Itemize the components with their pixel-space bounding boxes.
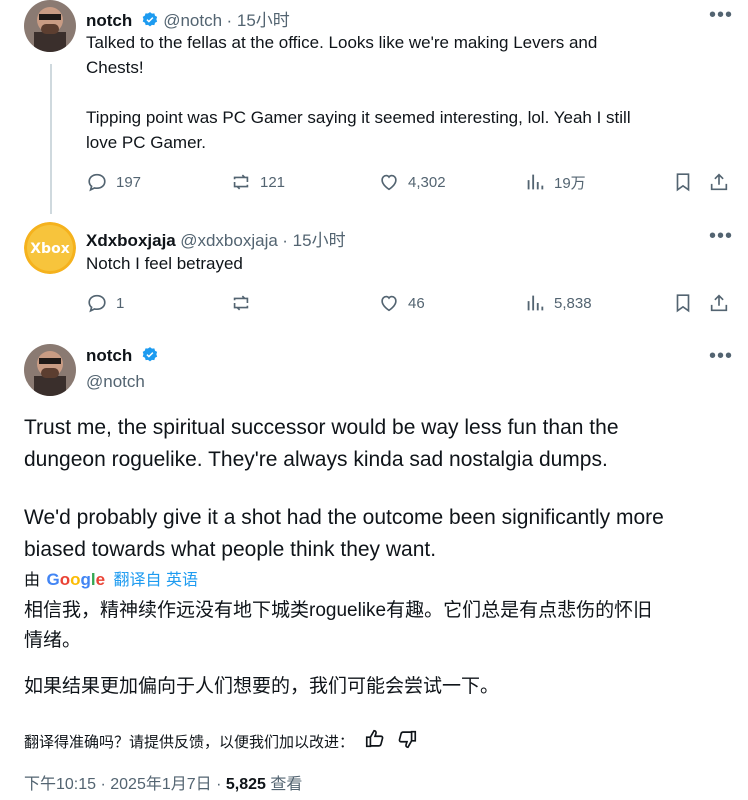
author-handle[interactable]: @xdxboxjaja (180, 231, 278, 250)
reply-button[interactable]: 197 (86, 171, 141, 193)
translated-text: 相信我，精神续作远没有地下城类roguelike有趣。它们总是有点悲伤的怀旧 情… (24, 596, 736, 702)
thumbs-up-icon[interactable] (364, 728, 386, 755)
avatar[interactable] (24, 0, 76, 52)
text-line: 相信我，精神续作远没有地下城类roguelike有趣。它们总是有点悲伤的怀旧 (24, 600, 653, 621)
text-line: We'd probably give it a shot had the out… (24, 506, 664, 529)
share-icon[interactable] (708, 171, 730, 198)
reply-icon (88, 294, 106, 313)
like-button[interactable]: 4,302 (378, 171, 446, 193)
avatar[interactable] (24, 344, 76, 396)
author-name[interactable]: Xdxboxjaja (86, 231, 176, 250)
text-line: biased towards what people think they wa… (24, 538, 437, 561)
tweet-header: Xdxboxjaja @xdxboxjaja · 15小时 (86, 226, 346, 251)
avatar-label: Xbox (30, 241, 69, 257)
post-time[interactable]: 15小时 (237, 11, 290, 30)
bookmark-icon[interactable] (672, 171, 694, 198)
verified-badge-icon (137, 347, 159, 365)
text-line: Chests! (86, 58, 144, 77)
reply-button[interactable]: 1 (86, 292, 124, 314)
repost-icon (233, 174, 249, 190)
tweet-text: Talked to the fellas at the office. Look… (86, 30, 736, 155)
more-options-icon[interactable]: ••• (709, 226, 733, 246)
feedback-prompt: 翻译得准确吗？请提供反馈，以便我们加以改进： (24, 734, 355, 751)
text-line: Talked to the fellas at the office. Look… (86, 33, 598, 52)
like-button[interactable]: 46 (378, 292, 425, 314)
text-line: Trust me, the spiritual successor would … (24, 416, 619, 439)
translation-attribution: 由 Google 翻译自 英语 (24, 566, 198, 590)
separator-dot: · (282, 231, 293, 250)
text-line: dungeon roguelike. They're always kinda … (24, 448, 608, 471)
avatar[interactable]: Xbox (24, 222, 76, 274)
share-icon[interactable] (708, 292, 730, 319)
view-count: 19万 (554, 174, 586, 192)
repost-button[interactable]: 121 (230, 171, 285, 193)
author-name[interactable]: notch (86, 11, 132, 30)
thread-line (50, 64, 52, 214)
reply-count: 197 (116, 173, 142, 191)
more-options-icon[interactable]: ••• (709, 5, 733, 25)
tweet-header: notch @notch · 15小时 (86, 6, 290, 31)
post-timestamp[interactable]: 下午10:15 · 2025年1月7日 · (24, 776, 226, 793)
author-handle[interactable]: @notch (163, 11, 222, 30)
heart-icon (381, 174, 397, 191)
repost-count: 121 (260, 173, 286, 191)
text-line: 如果结果更加偏向于人们想要的，我们可能会尝试一下。 (24, 676, 500, 697)
thumbs-down-icon[interactable] (396, 728, 418, 755)
post-time[interactable]: 15小时 (293, 231, 346, 250)
google-logo: Google (46, 570, 106, 589)
views-label: 查看 (265, 776, 303, 793)
heart-icon (381, 295, 397, 312)
translated-by-label: 由 (24, 572, 41, 589)
like-count: 4,302 (408, 173, 446, 191)
reply-icon (88, 173, 106, 192)
main-author-name-row: notch (86, 346, 159, 366)
author-name[interactable]: notch (86, 346, 132, 365)
text-line: 情绪。 (24, 630, 82, 651)
verified-badge-icon (137, 12, 163, 30)
like-count: 46 (408, 294, 425, 312)
post-metadata: 下午10:15 · 2025年1月7日 · 5,825 查看 (24, 770, 302, 794)
translation-feedback: 翻译得准确吗？请提供反馈，以便我们加以改进： (24, 728, 418, 755)
repost-button[interactable] (230, 292, 260, 314)
more-options-icon[interactable]: ••• (709, 346, 733, 366)
translate-from-link[interactable]: 翻译自 英语 (114, 572, 198, 589)
author-handle[interactable]: @notch (86, 372, 145, 392)
analytics-icon (527, 174, 544, 190)
repost-icon (233, 295, 249, 311)
text-line: love PC Gamer. (86, 133, 206, 152)
tweet-text: Notch I feel betrayed (86, 251, 736, 276)
views-button[interactable]: 5,838 (524, 292, 592, 314)
bookmark-icon[interactable] (672, 292, 694, 319)
separator-dot: · (226, 11, 237, 30)
text-line: Notch I feel betrayed (86, 254, 243, 273)
main-tweet-text: Trust me, the spiritual successor would … (24, 412, 736, 566)
text-line: Tipping point was PC Gamer saying it see… (86, 108, 631, 127)
views-count: 5,825 (225, 776, 266, 793)
view-count: 5,838 (554, 294, 592, 312)
analytics-icon (527, 295, 544, 311)
views-button[interactable]: 19万 (524, 171, 586, 193)
reply-count: 1 (116, 294, 125, 312)
